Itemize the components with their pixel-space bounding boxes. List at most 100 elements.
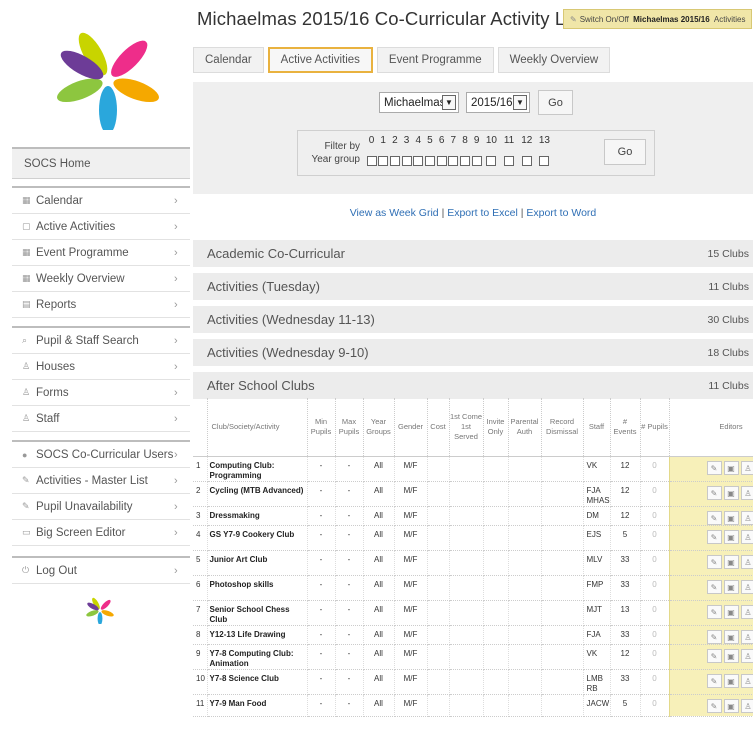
table-row[interactable]: 1 Computing Club: Programming - - All M/F VK 12… [193, 456, 753, 482]
sidebar-item-houses[interactable]: ♙ Houses › [12, 354, 190, 380]
sidebar-item-reports[interactable]: ▤ Reports › [12, 292, 190, 318]
edit-icon[interactable]: ✎ [706, 629, 722, 644]
user-icon[interactable]: ♙ [740, 510, 753, 525]
year-group-checkbox[interactable] [389, 156, 400, 166]
table-row[interactable]: 8 Y12-13 Life Drawing - - All M/F FJA 33 0 ✎ ▣ ♙ [193, 625, 753, 645]
first-come [449, 456, 484, 482]
calendar-icon[interactable]: ▣ [723, 554, 739, 569]
section-after-school[interactable]: After School Clubs 11 Clubs [193, 372, 753, 399]
calendar-icon[interactable]: ▣ [723, 604, 739, 619]
edit-icon[interactable]: ✎ [706, 510, 722, 525]
calendar-icon[interactable]: ▣ [723, 629, 739, 644]
edit-icon[interactable]: ✎ [706, 554, 722, 569]
user-icon[interactable]: ♙ [740, 604, 753, 619]
year-group-checkbox[interactable] [448, 156, 459, 166]
export-word-link[interactable]: Export to Word [526, 207, 596, 219]
table-row[interactable]: 9 Y7-8 Computing Club: Animation - - All M/F V… [193, 644, 753, 670]
edit-icon[interactable]: ✎ [706, 460, 722, 475]
table-row[interactable]: 6 Photoshop skills - - All M/F FMP 33 0 ✎ ▣ ♙ [193, 575, 753, 601]
calendar-icon[interactable]: ▣ [723, 460, 739, 475]
table-row[interactable]: 3 Dressmaking - - All M/F DM 12 0 ✎ ▣ ♙ [193, 506, 753, 526]
tab-calendar[interactable]: Calendar [193, 47, 264, 73]
user-icon[interactable]: ♙ [740, 698, 753, 713]
year-group-checkbox[interactable] [471, 156, 482, 166]
tab-event-programme[interactable]: Event Programme [376, 47, 494, 73]
section-wednesday-9-10[interactable]: Activities (Wednesday 9-10) 18 Clubs [193, 339, 753, 366]
socs-logo-small [86, 597, 114, 624]
year-group-checkbox[interactable] [378, 156, 389, 166]
sidebar-item-pupil-unavailability[interactable]: ✎ Pupil Unavailability › [12, 494, 190, 520]
year-group-checkbox[interactable] [401, 156, 412, 166]
year-group-checkbox[interactable] [436, 156, 447, 166]
year-group-checkbox[interactable] [539, 156, 550, 166]
view-week-grid-link[interactable]: View as Week Grid [350, 207, 439, 219]
table-row[interactable]: 2 Cycling (MTB Advanced) - - All M/F FJA MHAS 1… [193, 481, 753, 507]
year-groups: All [363, 550, 395, 576]
section-wednesday-11-13[interactable]: Activities (Wednesday 11-13) 30 Clubs [193, 306, 753, 333]
edit-icon[interactable]: ✎ [706, 485, 722, 500]
sidebar-item-users[interactable]: ● SOCS Co-Curricular Users › [12, 442, 190, 468]
sidebar-item-event-programme[interactable]: ▦ Event Programme › [12, 240, 190, 266]
user-icon[interactable]: ♙ [740, 673, 753, 688]
reports-icon: ▤ [22, 299, 31, 309]
sidebar-item-staff[interactable]: ♙ Staff › [12, 406, 190, 432]
year-group-checkbox[interactable] [521, 156, 532, 166]
switch-activities-button[interactable]: ✎ Switch On/Off Michaelmas 2015/16 Activ… [563, 9, 753, 29]
sidebar-home[interactable]: SOCS Home [12, 147, 190, 179]
go-button[interactable]: Go [538, 90, 573, 115]
user-icon[interactable]: ♙ [740, 554, 753, 569]
filter-go-button[interactable]: Go [604, 139, 646, 165]
cost [427, 506, 450, 526]
year-group-checkbox[interactable] [413, 156, 424, 166]
section-tuesday[interactable]: Activities (Tuesday) 11 Clubs [193, 273, 753, 300]
table-row[interactable]: 11 Y7-9 Man Food - - All M/F JACW 5 0 ✎ ▣ ♙ [193, 694, 753, 717]
edit-icon[interactable]: ✎ [706, 604, 722, 619]
sidebar-item-logout[interactable]: ⏻ Log Out › [12, 558, 190, 584]
section-academic[interactable]: Academic Co-Curricular 15 Clubs [193, 240, 753, 267]
export-excel-link[interactable]: Export to Excel [447, 207, 518, 219]
year-select[interactable]: 2015/16 ▼ [466, 92, 530, 113]
year-group-checkbox[interactable] [366, 156, 377, 166]
sidebar-item-calendar[interactable]: ▦ Calendar › [12, 188, 190, 214]
user-icon[interactable]: ♙ [740, 529, 753, 544]
calendar-icon[interactable]: ▣ [723, 698, 739, 713]
record-dismissal [541, 456, 584, 482]
gender: M/F [394, 481, 428, 507]
sidebar-item-active-activities[interactable]: ▢ Active Activities › [12, 214, 190, 240]
table-row[interactable]: 7 Senior School Chess Club - - All M/F MJT 13 0 ✎… [193, 600, 753, 626]
calendar-icon[interactable]: ▣ [723, 673, 739, 688]
edit-icon[interactable]: ✎ [706, 529, 722, 544]
cost [427, 644, 450, 670]
edit-icon[interactable]: ✎ [706, 579, 722, 594]
year-group-label: 1 [380, 135, 386, 146]
sidebar-item-weekly-overview[interactable]: ▦ Weekly Overview › [12, 266, 190, 292]
year-group-checkbox[interactable] [424, 156, 435, 166]
user-icon[interactable]: ♙ [740, 579, 753, 594]
year-group-checkbox[interactable] [504, 156, 515, 166]
term-select[interactable]: Michaelmas ▼ [379, 92, 459, 113]
user-icon[interactable]: ♙ [740, 460, 753, 475]
tab-active-activities[interactable]: Active Activities [267, 47, 373, 73]
table-row[interactable]: 5 Junior Art Club - - All M/F MLV 33 0 ✎ ▣ ♙ [193, 550, 753, 576]
calendar-icon[interactable]: ▣ [723, 648, 739, 663]
table-row[interactable]: 10 Y7-8 Science Club - - All M/F LMB RB 33 0 ✎ ▣ ♙ [193, 669, 753, 695]
calendar-icon[interactable]: ▣ [723, 510, 739, 525]
edit-icon[interactable]: ✎ [706, 648, 722, 663]
sidebar-item-master-list[interactable]: ✎ Activities - Master List › [12, 468, 190, 494]
sidebar-item-big-screen-editor[interactable]: ▭ Big Screen Editor › [12, 520, 190, 546]
table-row[interactable]: 4 GS Y7-9 Cookery Club - - All M/F EJS 5 0 ✎ ▣ ♙ [193, 525, 753, 551]
user-icon[interactable]: ♙ [740, 648, 753, 663]
edit-icon[interactable]: ✎ [706, 698, 722, 713]
year-group-checkbox[interactable] [460, 156, 470, 166]
calendar-icon[interactable]: ▣ [723, 485, 739, 500]
user-icon[interactable]: ♙ [740, 485, 753, 500]
sidebar-item-forms[interactable]: ♙ Forms › [12, 380, 190, 406]
user-icon[interactable]: ♙ [740, 629, 753, 644]
year-group-checkbox[interactable] [486, 156, 497, 166]
edit-icon[interactable]: ✎ [706, 673, 722, 688]
calendar-icon[interactable]: ▣ [723, 529, 739, 544]
tab-weekly-overview[interactable]: Weekly Overview [497, 47, 611, 73]
pupils-count: 0 [640, 575, 670, 601]
sidebar-item-pupil-staff-search[interactable]: ⌕ Pupil & Staff Search › [12, 328, 190, 354]
calendar-icon[interactable]: ▣ [723, 579, 739, 594]
